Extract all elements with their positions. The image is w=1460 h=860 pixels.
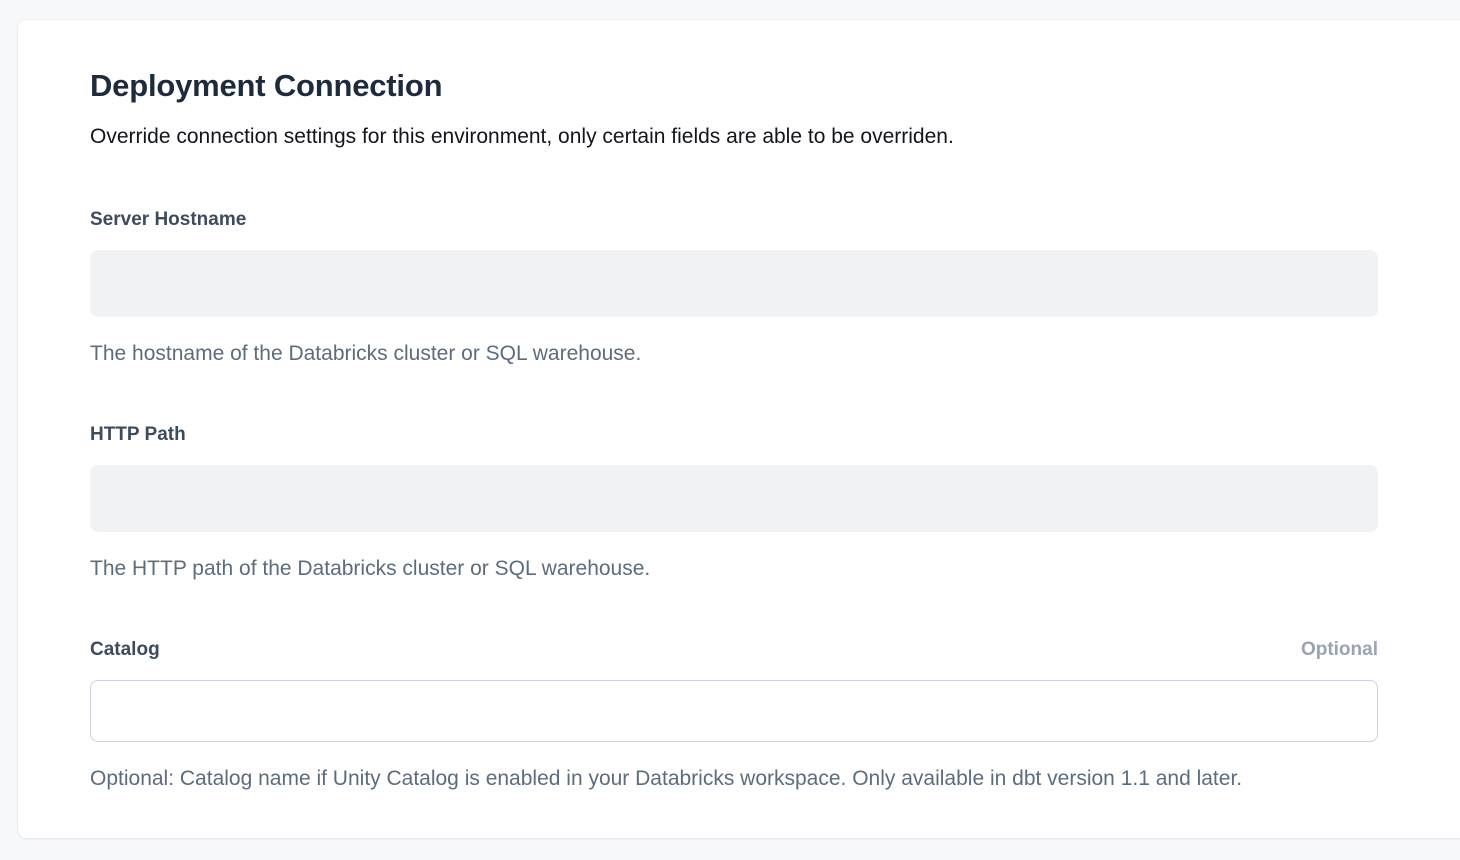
http-path-helper: The HTTP path of the Databricks cluster … [90,554,1378,583]
label-row: Catalog Optional [90,637,1378,662]
catalog-optional-badge: Optional [1301,637,1378,662]
field-group-server-hostname: Server Hostname The hostname of the Data… [90,207,1378,368]
field-group-http-path: HTTP Path The HTTP path of the Databrick… [90,422,1378,583]
field-group-catalog: Catalog Optional Optional: Catalog name … [90,637,1378,793]
server-hostname-helper: The hostname of the Databricks cluster o… [90,339,1378,368]
page-title: Deployment Connection [90,66,1378,106]
http-path-input [90,465,1378,532]
card-content: Deployment Connection Override connectio… [90,20,1378,793]
catalog-helper: Optional: Catalog name if Unity Catalog … [90,764,1378,793]
page-subtitle: Override connection settings for this en… [90,122,1378,151]
server-hostname-input [90,250,1378,317]
label-row: Server Hostname [90,207,1378,232]
catalog-label: Catalog [90,637,160,662]
catalog-input[interactable] [90,680,1378,742]
server-hostname-label: Server Hostname [90,207,246,232]
deployment-connection-card: Deployment Connection Override connectio… [18,20,1460,838]
http-path-label: HTTP Path [90,422,186,447]
label-row: HTTP Path [90,422,1378,447]
